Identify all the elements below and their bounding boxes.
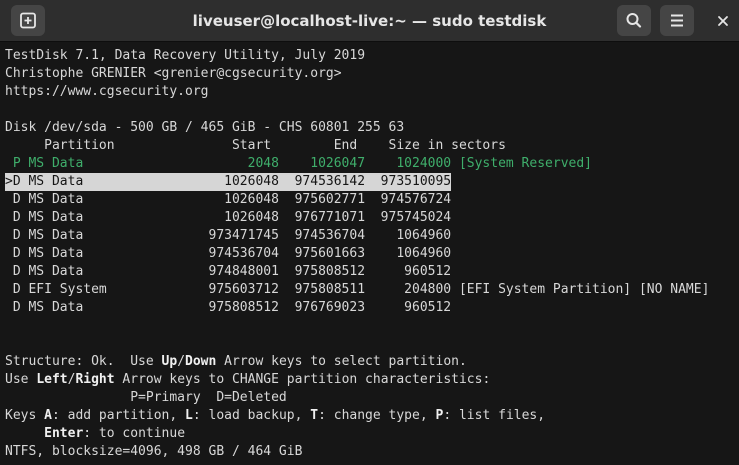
continue-line: Enter: to continue (5, 425, 185, 443)
partition-row[interactable]: D MS Data 1026048 975602771 974576724 (5, 191, 451, 209)
partition-row-text: D MS Data 973471745 974536704 1064960 (12, 228, 452, 243)
row-cursor-space (5, 192, 13, 207)
close-icon (718, 16, 728, 26)
row-cursor-space (5, 228, 13, 243)
key-t: T (310, 408, 319, 423)
footer-text: : list files, (443, 408, 546, 423)
partition-row[interactable]: D EFI System 975603712 975808511 204800 … (5, 281, 710, 299)
footer-text: Use (5, 372, 37, 387)
footer-text: : change type, (318, 408, 436, 423)
partition-row[interactable]: D MS Data 974536704 975601663 1064960 (5, 245, 451, 263)
disk-info-line: Disk /dev/sda - 500 GB / 465 GiB - CHS 6… (5, 120, 405, 135)
column-headers-line: Partition Start End Size in sectors (5, 138, 506, 153)
plus-square-icon (20, 12, 36, 29)
partition-row[interactable]: D MS Data 975808512 976769023 960512 (5, 299, 451, 317)
filesystem-info-line: NTFS, blocksize=4096, 498 GB / 464 GiB (5, 444, 303, 459)
footer-text (5, 426, 44, 441)
hamburger-menu-icon (671, 14, 683, 27)
row-cursor-space (5, 156, 13, 171)
new-tab-button[interactable] (11, 5, 45, 36)
partition-row-text: D MS Data 1026048 974536142 973510095 (12, 174, 452, 189)
key-a: A (44, 408, 52, 423)
terminal-output[interactable]: TestDisk 7.1, Data Recovery Utility, Jul… (5, 47, 739, 465)
footer-text: Arrow keys to CHANGE partition character… (114, 372, 491, 387)
row-cursor-space (5, 264, 13, 279)
row-cursor-space (5, 300, 13, 315)
title-bar: liveuser@localhost-live:~ — sudo testdis… (0, 0, 739, 42)
row-cursor-space (5, 210, 13, 225)
footer-text: : load backup, (192, 408, 311, 423)
row-cursor-space (5, 282, 13, 297)
partition-row[interactable]: P MS Data 2048 1026047 1024000 [System R… (5, 155, 592, 173)
author-line: Christophe GRENIER <grenier@cgsecurity.o… (5, 66, 342, 81)
terminal-window: liveuser@localhost-live:~ — sudo testdis… (0, 0, 739, 465)
structure-status-line: Structure: Ok. Use Up/Down Arrow keys to… (5, 353, 467, 371)
partition-row-text: D MS Data 974848001 975808512 960512 (12, 264, 452, 279)
partition-row-text: D MS Data 1026048 976771071 975745024 (12, 210, 452, 225)
selection-cursor: > (5, 174, 13, 189)
partition-row-text: D MS Data 975808512 976769023 960512 (12, 300, 452, 315)
footer-text: Arrow keys to select partition. (216, 354, 467, 369)
keys-line: Keys A: add partition, L: load backup, T… (5, 407, 545, 425)
partition-row[interactable]: D MS Data 973471745 974536704 1064960 (5, 227, 451, 245)
app-title-line: TestDisk 7.1, Data Recovery Utility, Jul… (5, 48, 366, 63)
partition-row-text: D MS Data 974536704 975601663 1064960 (12, 246, 452, 261)
search-icon (626, 13, 642, 28)
footer-text: : to continue (83, 426, 186, 441)
key-down: Down (185, 354, 217, 369)
footer-text: / (177, 354, 186, 369)
key-left: Left (36, 372, 68, 387)
key-enter: Enter (44, 426, 84, 441)
menu-button[interactable] (660, 5, 694, 36)
footer-text: Structure: Ok. Use (5, 354, 162, 369)
partition-row-text: D MS Data 1026048 975602771 974576724 (12, 192, 452, 207)
change-hint-line: Use Left/Right Arrow keys to CHANGE part… (5, 371, 490, 389)
key-l: L (185, 408, 193, 423)
row-cursor-space (5, 246, 13, 261)
footer-text: Keys (5, 408, 45, 423)
partition-row[interactable]: D MS Data 974848001 975808512 960512 (5, 263, 451, 281)
close-button[interactable] (711, 9, 735, 33)
footer-text: : add partition, (51, 408, 186, 423)
search-button[interactable] (617, 5, 651, 36)
key-right: Right (75, 372, 115, 387)
legend-line: P=Primary D=Deleted (5, 390, 287, 405)
website-line: https://www.cgsecurity.org (5, 84, 209, 99)
partition-row-selected[interactable]: >D MS Data 1026048 974536142 973510095 (5, 173, 452, 191)
partition-row-text: D EFI System 975603712 975808511 204800 … (12, 282, 710, 297)
key-up: Up (161, 354, 178, 369)
partition-row[interactable]: D MS Data 1026048 976771071 975745024 (5, 209, 451, 227)
partition-row-text: P MS Data 2048 1026047 1024000 [System R… (12, 156, 593, 171)
